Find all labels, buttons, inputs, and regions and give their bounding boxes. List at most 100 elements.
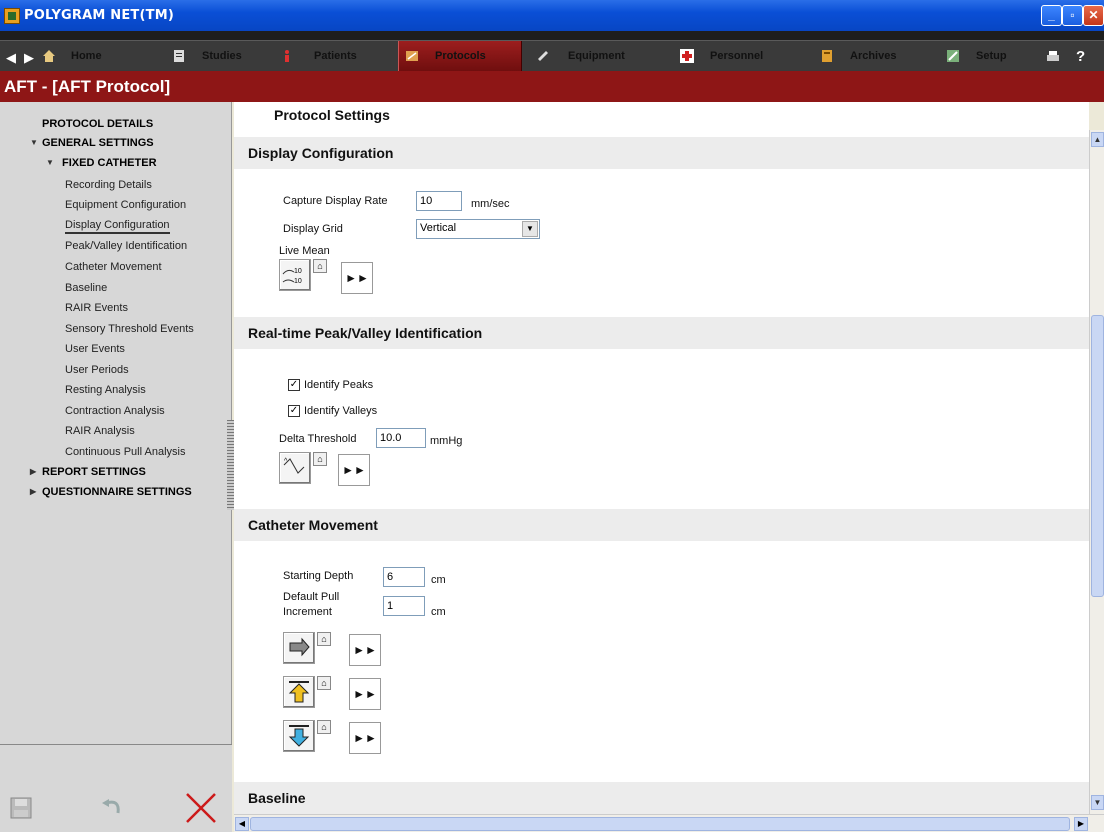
fast-forward-button[interactable]: ►► xyxy=(349,678,381,710)
section-peak-valley: Real-time Peak/Valley Identification xyxy=(234,317,1089,349)
app-icon xyxy=(4,8,20,24)
maximize-button[interactable]: ▫ xyxy=(1062,5,1083,26)
action-bar xyxy=(0,744,232,832)
nav-personnel[interactable]: Personnel xyxy=(680,41,800,72)
collapsed-triangle-icon: ▶ xyxy=(30,467,37,476)
section-baseline: Baseline xyxy=(234,782,1089,814)
forward-arrow-icon[interactable]: ▶ xyxy=(24,50,34,66)
starting-depth-label: Starting Depth xyxy=(283,570,354,582)
nav-bar: ◀ ▶ Home Studies Patients Protocols Equi… xyxy=(0,40,1104,72)
red-cross-icon xyxy=(680,49,694,63)
scroll-up-icon[interactable]: ▲ xyxy=(1091,132,1104,147)
fast-forward-button[interactable]: ►► xyxy=(349,634,381,666)
identify-peaks-label: Identify Peaks xyxy=(304,379,374,391)
section-display-configuration: Display Configuration xyxy=(234,137,1089,169)
fast-forward-button[interactable]: ►► xyxy=(338,454,370,486)
tree-item-user-events[interactable]: User Events xyxy=(65,343,125,355)
tree-item-peak-valley-identification[interactable]: Peak/Valley Identification xyxy=(65,240,187,252)
close-window-button[interactable]: ✕ xyxy=(1083,5,1104,26)
tree-item-rair-events[interactable]: RAIR Events xyxy=(65,302,128,314)
tree-item-display-configuration[interactable]: Display Configuration xyxy=(65,219,170,234)
archives-icon xyxy=(822,50,832,62)
pull-up-icon[interactable] xyxy=(283,676,315,708)
pull-increment-input[interactable] xyxy=(383,596,425,616)
app-window: POLYGRAM NET(TM) _ ▫ ✕ ◀ ▶ Home Studies … xyxy=(0,0,1104,832)
save-icon[interactable] xyxy=(10,797,32,819)
capture-rate-input[interactable] xyxy=(416,191,462,211)
identify-peaks-checkbox[interactable]: ✓ xyxy=(288,379,300,391)
nav-protocols[interactable]: Protocols xyxy=(398,41,522,72)
peak-valley-icon[interactable]: ^ xyxy=(279,452,311,484)
pin-icon[interactable]: ⌂ xyxy=(313,259,327,273)
expanded-triangle-icon: ▼ xyxy=(30,138,38,147)
scroll-down-icon[interactable]: ▼ xyxy=(1091,795,1104,810)
tree-item-equipment-configuration[interactable]: Equipment Configuration xyxy=(65,199,186,211)
starting-depth-input[interactable] xyxy=(383,567,425,587)
pull-increment-label-2: Increment xyxy=(283,606,332,618)
display-grid-select[interactable]: Vertical ▼ xyxy=(416,219,540,239)
tree-fixed-catheter[interactable]: ▼ FIXED CATHETER xyxy=(46,157,157,169)
expanded-triangle-icon: ▼ xyxy=(46,158,54,167)
horizontal-scroll-thumb[interactable] xyxy=(250,817,1070,831)
pull-increment-label-1: Default Pull xyxy=(283,591,340,603)
tree-item-resting-analysis[interactable]: Resting Analysis xyxy=(65,384,146,396)
identify-valleys-checkbox[interactable]: ✓ xyxy=(288,405,300,417)
vertical-scrollbar[interactable]: ▲ ▼ xyxy=(1089,130,1104,814)
back-arrow-icon[interactable]: ◀ xyxy=(6,50,16,66)
setup-icon xyxy=(947,50,959,62)
svg-text:10: 10 xyxy=(294,268,302,275)
nav-patients[interactable]: Patients xyxy=(280,41,390,72)
tree-item-catheter-movement[interactable]: Catheter Movement xyxy=(65,261,162,273)
capture-rate-label: Capture Display Rate xyxy=(283,195,388,207)
tree-general-settings[interactable]: ▼ GENERAL SETTINGS xyxy=(30,137,154,149)
delta-threshold-unit: mmHg xyxy=(430,435,463,447)
tree-item-continuous-pull-analysis[interactable]: Continuous Pull Analysis xyxy=(65,446,185,458)
pin-icon[interactable]: ⌂ xyxy=(313,452,327,466)
display-grid-label: Display Grid xyxy=(283,223,343,235)
fast-forward-button[interactable]: ►► xyxy=(349,722,381,754)
tree-protocol-details[interactable]: PROTOCOL DETAILS xyxy=(42,118,153,130)
delta-threshold-label: Delta Threshold xyxy=(279,433,357,445)
undo-icon[interactable] xyxy=(100,797,124,819)
print-icon[interactable] xyxy=(1046,50,1060,64)
tree-item-rair-analysis[interactable]: RAIR Analysis xyxy=(65,425,135,437)
tree-item-recording-details[interactable]: Recording Details xyxy=(65,179,152,191)
cancel-icon[interactable] xyxy=(184,791,218,825)
vertical-scroll-thumb[interactable] xyxy=(1091,315,1104,597)
patient-icon xyxy=(285,50,289,62)
horizontal-scrollbar[interactable]: ◀ ▶ xyxy=(234,814,1104,832)
nav-setup[interactable]: Setup xyxy=(946,41,1026,72)
nav-equipment[interactable]: Equipment xyxy=(536,41,656,72)
tree-item-contraction-analysis[interactable]: Contraction Analysis xyxy=(65,405,165,417)
nav-home[interactable]: Home xyxy=(42,41,152,72)
tree-item-user-periods[interactable]: User Periods xyxy=(65,364,129,376)
delta-threshold-input[interactable] xyxy=(376,428,426,448)
tree-item-baseline[interactable]: Baseline xyxy=(65,282,107,294)
scroll-left-icon[interactable]: ◀ xyxy=(235,817,249,831)
settings-tree: PROTOCOL DETAILS ▼ GENERAL SETTINGS ▼ FI… xyxy=(0,102,232,832)
scroll-right-icon[interactable]: ▶ xyxy=(1074,817,1088,831)
help-icon[interactable]: ? xyxy=(1076,41,1096,72)
pin-icon[interactable]: ⌂ xyxy=(317,676,331,690)
pin-icon[interactable]: ⌂ xyxy=(317,720,331,734)
tree-report-settings[interactable]: ▶ REPORT SETTINGS xyxy=(30,466,146,478)
nav-studies[interactable]: Studies xyxy=(172,41,272,72)
equipment-icon xyxy=(538,51,548,61)
pull-down-icon[interactable] xyxy=(283,720,315,752)
home-icon xyxy=(43,50,55,62)
live-mean-icon[interactable]: 10 10 xyxy=(279,259,311,291)
live-mean-label: Live Mean xyxy=(279,245,330,257)
tree-questionnaire-settings[interactable]: ▶ QUESTIONNAIRE SETTINGS xyxy=(30,486,192,498)
settings-panel: Protocol Settings Display Configuration … xyxy=(234,102,1089,814)
window-title: POLYGRAM NET(TM) xyxy=(24,8,174,23)
toolbar-gap xyxy=(0,31,1104,40)
tree-item-sensory-threshold-events[interactable]: Sensory Threshold Events xyxy=(65,323,194,335)
fast-forward-button[interactable]: ►► xyxy=(341,262,373,294)
panel-heading: Protocol Settings xyxy=(274,107,390,123)
minimize-button[interactable]: _ xyxy=(1041,5,1062,26)
pull-right-icon[interactable] xyxy=(283,632,315,664)
nav-archives[interactable]: Archives xyxy=(820,41,930,72)
page-title: AFT - [AFT Protocol] xyxy=(4,77,171,96)
pull-increment-unit: cm xyxy=(431,606,446,618)
pin-icon[interactable]: ⌂ xyxy=(317,632,331,646)
